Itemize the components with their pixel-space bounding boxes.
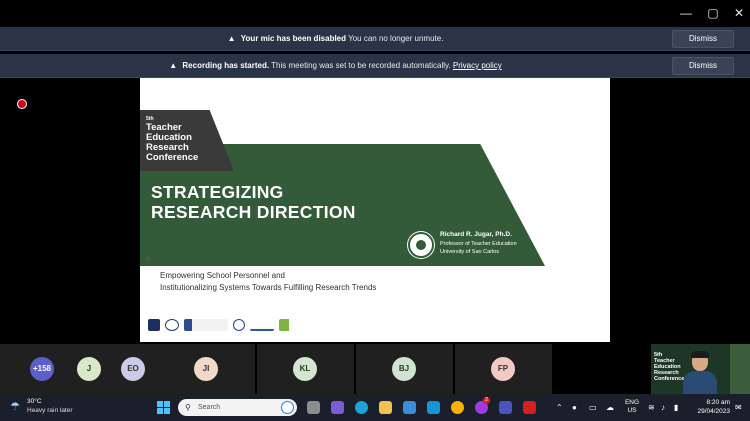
minimize-button[interactable]: — <box>676 5 696 21</box>
banner-message: ▲ Recording has started. This meeting wa… <box>0 54 670 78</box>
person-hair <box>691 351 709 358</box>
slide-title: STRATEGIZING RESEARCH DIRECTION <box>151 182 356 222</box>
overflow-participants-avatar[interactable]: +158 <box>30 357 54 381</box>
mail-icon[interactable] <box>427 401 440 414</box>
search-icon: ⚲ <box>185 403 191 412</box>
partner-logo-icon <box>184 319 228 331</box>
clock-date: 29/04/2023 <box>697 407 730 415</box>
slide-title-line: STRATEGIZING <box>151 182 284 202</box>
notification-badge: 2 <box>483 397 490 404</box>
language-code: ENG <box>624 399 640 406</box>
partner-logo-icon <box>250 319 274 331</box>
university-seal-icon <box>408 232 434 258</box>
maximize-button[interactable]: ▢ <box>703 5 723 21</box>
microsoft-store-icon[interactable] <box>403 401 416 414</box>
acrobat-icon[interactable] <box>523 401 536 414</box>
notifications-icon[interactable]: ✉ <box>735 394 742 421</box>
windows-start-icon[interactable] <box>157 401 170 414</box>
chat-icon[interactable] <box>331 401 344 414</box>
participants-strip: +158 J EO JI KL BJ FP <box>0 344 750 394</box>
file-explorer-icon[interactable] <box>379 401 392 414</box>
teams-meeting-window: — ▢ ✕ ▲ Your mic has been disabled You c… <box>0 0 750 421</box>
windows-taskbar: ☂ 30°C Heavy rain later ⚲ Search 2 ⌃ ● ▭… <box>0 394 750 421</box>
presenter-name: Richard R. Jugar, Ph.D. <box>440 231 512 238</box>
banner-text: This meeting was set to be recorded auto… <box>271 61 451 70</box>
taskbar-search-box[interactable]: ⚲ Search <box>178 399 297 416</box>
camera-background-text: 5th Teacher Education Research Conferenc… <box>654 352 684 382</box>
partner-logo-icon <box>148 319 160 331</box>
conference-badge-text: 5th Teacher Education Research Conferenc… <box>146 116 198 163</box>
wifi-icon[interactable]: ≋ <box>648 394 655 421</box>
keyboard-icon[interactable]: ▭ <box>589 394 597 421</box>
banner-bold-text: Your mic has been disabled <box>240 34 347 43</box>
partner-logos <box>148 318 311 332</box>
dismiss-button[interactable]: Dismiss <box>672 57 734 75</box>
microphone-icon[interactable]: ● <box>572 394 577 421</box>
subtitle-line: Institutionalizing Systems Towards Fulfi… <box>160 283 377 292</box>
warning-icon: ▲ <box>169 61 178 70</box>
partner-logo-icon <box>165 319 179 331</box>
participant-tile[interactable]: BJ <box>356 344 453 394</box>
close-button[interactable]: ✕ <box>729 5 749 21</box>
partner-logo-icon <box>279 319 311 331</box>
mic-disabled-banner: ▲ Your mic has been disabled You can no … <box>0 27 750 51</box>
subtitle-line: Empowering School Personnel and <box>160 271 285 280</box>
slide-title-line: RESEARCH DIRECTION <box>151 202 356 222</box>
shared-presentation-slide: 5th Teacher Education Research Conferenc… <box>140 78 610 342</box>
banner-text: You can no longer unmute. <box>348 34 444 43</box>
participant-avatar[interactable]: KL <box>293 357 317 381</box>
participant-avatar[interactable]: BJ <box>392 357 416 381</box>
weather-temperature: 30°C <box>27 398 42 405</box>
edge-browser-icon[interactable] <box>355 401 368 414</box>
badge-line: Conference <box>146 152 199 163</box>
privacy-policy-link[interactable]: Privacy policy <box>453 61 502 70</box>
presenter-university: University of San Carlos <box>440 249 499 255</box>
person-body <box>683 371 717 394</box>
language-indicator[interactable]: ENG US <box>622 399 642 415</box>
region-code: US <box>627 407 637 414</box>
slide-subtitle: Empowering School Personnel and Institut… <box>160 270 376 294</box>
participant-avatar[interactable]: J <box>77 357 101 381</box>
participant-tile[interactable]: JI <box>158 344 255 394</box>
recording-indicator-icon <box>17 99 27 109</box>
presenter-role: Professor of Teacher Education <box>440 241 517 247</box>
teams-icon[interactable] <box>499 401 512 414</box>
participant-avatar[interactable]: EO <box>121 357 145 381</box>
participant-tile[interactable]: KL <box>257 344 354 394</box>
dismiss-button[interactable]: Dismiss <box>672 30 734 48</box>
volume-icon[interactable]: ♪ <box>661 394 665 421</box>
camera-background <box>730 344 750 394</box>
window-title-bar: — ▢ ✕ <box>0 0 750 26</box>
warning-icon: ▲ <box>227 34 236 43</box>
recording-started-banner: ▲ Recording has started. This meeting wa… <box>0 54 750 78</box>
rain-cloud-icon: ☂ <box>10 401 20 413</box>
weather-condition: Heavy rain later <box>27 407 73 414</box>
presenter-block: Richard R. Jugar, Ph.D. Professor of Tea… <box>408 231 548 261</box>
participant-tile[interactable]: FP <box>455 344 552 394</box>
battery-icon[interactable]: ▮ <box>674 394 678 421</box>
banner-message: ▲ Your mic has been disabled You can no … <box>0 27 670 51</box>
onedrive-icon[interactable]: ☁ <box>606 394 614 421</box>
partner-logo-icon <box>233 319 245 331</box>
chevron-up-icon[interactable]: ⌃ <box>556 394 563 421</box>
taskbar-clock[interactable]: 8:20 am 29/04/2023 <box>690 399 730 416</box>
search-placeholder: Search <box>198 404 221 411</box>
clock-time: 8:20 am <box>706 399 731 406</box>
chrome-icon[interactable] <box>451 401 464 414</box>
task-view-icon[interactable] <box>307 401 320 414</box>
presenter-person <box>683 351 717 394</box>
participant-tile[interactable]: +158 J EO <box>0 344 162 394</box>
participant-avatar[interactable]: JI <box>194 357 218 381</box>
participant-avatar[interactable]: FP <box>491 357 515 381</box>
banner-bold-text: Recording has started. <box>182 61 270 70</box>
presenter-camera-video[interactable]: 5th Teacher Education Research Conferenc… <box>651 344 750 394</box>
bing-icon[interactable] <box>281 401 294 414</box>
bg-text-line: Conference <box>654 376 685 382</box>
